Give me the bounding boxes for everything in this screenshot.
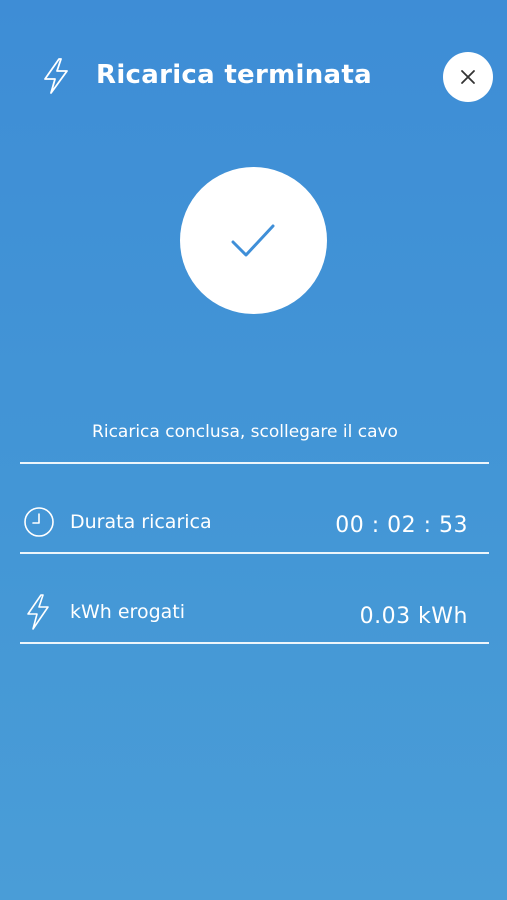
divider [20,462,489,464]
divider [20,552,489,554]
close-button[interactable] [443,52,493,102]
divider [20,642,489,644]
duration-value: 00 : 02 : 53 [335,513,468,538]
checkmark-icon [231,224,275,257]
lightning-icon [23,592,53,636]
energy-label: kWh erogati [70,601,186,623]
clock-icon [23,506,55,542]
success-badge [180,167,327,314]
header: Ricarica terminata [0,0,507,150]
close-icon [461,70,475,84]
status-message: Ricarica conclusa, scollegare il cavo [92,422,398,442]
page-title: Ricarica terminata [96,60,372,90]
energy-value: 0.03 kWh [359,604,468,629]
lightning-icon [40,56,72,96]
duration-label: Durata ricarica [70,511,212,533]
